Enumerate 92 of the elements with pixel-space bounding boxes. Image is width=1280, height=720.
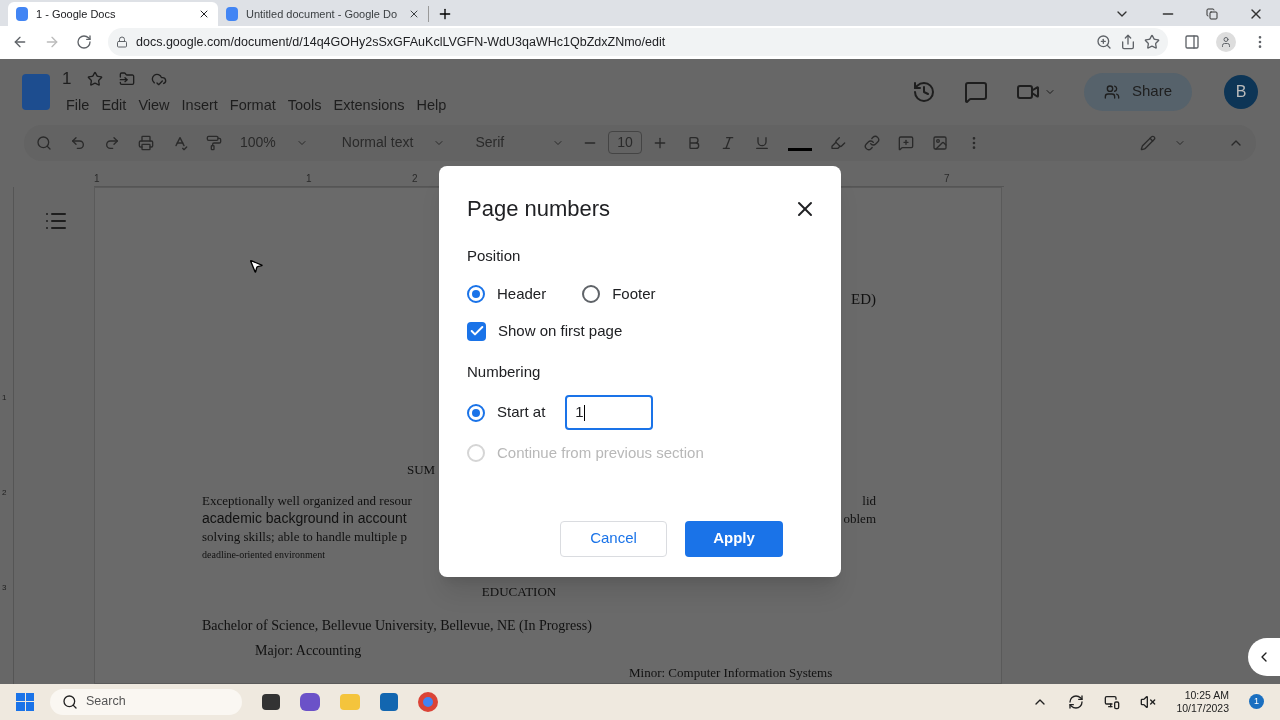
checkbox[interactable] [467,321,486,341]
taskview-icon[interactable] [262,693,280,710]
zoom-select[interactable]: 100% [240,132,308,154]
ruler-number: 2 [412,171,418,186]
radio-button[interactable] [582,284,601,303]
notification-badge[interactable]: 1 [1249,694,1264,710]
image-icon[interactable] [931,134,948,151]
radio-label: Start at [497,402,546,423]
underline-icon[interactable] [753,134,770,151]
mouse-cursor [248,258,264,274]
menu-item[interactable]: Edit [97,95,131,118]
redo-icon[interactable] [104,134,120,151]
chat-icon[interactable] [300,692,320,711]
highlight-icon[interactable] [829,134,846,151]
document-icon [16,6,28,21]
add-comment-icon[interactable] [897,134,914,151]
store-icon[interactable] [380,692,398,711]
zoom-icon[interactable] [1096,34,1112,51]
reload-icon[interactable] [76,34,92,51]
share-button[interactable]: Share [1083,72,1192,111]
radio-label: Header [497,283,547,304]
heading-fragment: ED) [851,289,876,309]
search-icon [62,693,78,710]
star-icon[interactable] [87,70,104,87]
radio-button[interactable] [467,284,485,303]
menu-item[interactable]: Extensions [329,95,409,118]
section-heading: EDUCATION [481,582,557,601]
paragraph-line: oblem [843,509,876,528]
paint-format-icon[interactable] [206,134,222,151]
bookmark-icon[interactable] [1144,34,1160,51]
chrome-icon[interactable] [418,691,438,712]
history-icon[interactable] [911,79,936,104]
paragraph-line: deadline-oriented environment [202,548,325,563]
cancel-button[interactable]: Cancel [560,520,667,557]
section-label: Position [467,246,522,266]
profile-icon[interactable] [1216,32,1236,53]
undo-icon[interactable] [70,134,86,151]
font-size-field[interactable]: 10 [608,131,642,155]
avatar[interactable]: B [1224,74,1258,109]
section-heading: SUM [407,461,437,480]
share-icon[interactable] [1120,34,1136,51]
comment-icon[interactable] [963,79,988,104]
restore-icon[interactable] [1206,7,1218,20]
tab-title: Untitled document - Google Do [246,6,399,22]
dialog-title: Page numbers [467,195,611,223]
checkbox-label: Show on first page [498,321,623,341]
start-icon[interactable] [16,692,34,711]
paragraph-line: academic background in account [202,509,407,529]
section-label: Numbering [467,361,542,382]
spellcheck-icon[interactable] [172,134,188,151]
paragraph-line: lid [862,491,876,510]
print-icon[interactable] [138,134,154,151]
clock-date: 10/17/2023 [1176,701,1229,715]
folder-icon[interactable] [119,70,136,87]
document-title[interactable]: 1 [62,65,72,92]
search-icon[interactable] [36,134,52,151]
mute-icon[interactable] [1140,693,1157,710]
sync-icon[interactable] [1068,693,1085,710]
menu-item[interactable]: Tools [283,95,326,118]
paragraph-line: solving skills; able to handle multiple p [202,527,408,546]
url-text: docs.google.com/document/d/14q4GOHy2sSxGFAuKclLVGFN-WdU3qaWHc1QbZdxZNmo/edit [136,33,667,51]
people-icon [1103,83,1120,100]
ruler-number: 1 [2,391,7,404]
degree-line: Bachelor of Science, Bellevue University, Bellevue, NE (In Progress) [202,617,593,636]
menu-item[interactable]: File [62,95,94,118]
clock-time: 10:25 AM [1184,688,1229,702]
major-line: Major: Accounting [255,642,363,661]
menu-item[interactable]: Format [225,95,280,118]
radio-label: Continue from previous section [497,443,704,463]
tab-title: 1 - Google Docs [36,6,117,22]
lock-icon [116,36,128,49]
browser-tab[interactable]: 1 - Google Docs [8,1,218,26]
side-panel-icon[interactable] [1184,34,1200,51]
menu-item[interactable]: Insert [177,95,222,118]
apply-button[interactable]: Apply [685,520,783,557]
menu-item[interactable]: View [134,95,174,118]
browser-tab[interactable]: Untitled document - Google Do [218,1,428,26]
link-icon[interactable] [863,134,880,151]
taskbar-search-field[interactable]: Search [50,688,242,715]
radio-label: Footer [612,283,656,304]
font-select[interactable]: Serif [475,132,565,154]
minor-line: Minor: Computer Information Systems [629,664,834,683]
radio-button[interactable] [467,403,485,422]
ruler-number: 7 [944,171,950,186]
paragraph-line: Exceptionally well organized and resour [202,491,412,510]
address-bar[interactable]: docs.google.com/document/d/14q4GOHy2sSxGFAuKclLVGFN-WdU3qaWHc1QbZdxZNmo/edit [108,28,1168,57]
style-select[interactable]: Normal text [341,132,446,154]
network-icon[interactable] [1104,693,1121,710]
document-icon [226,6,238,21]
menu-item[interactable]: Help [412,95,451,118]
edit-mode-icon[interactable] [1140,134,1156,151]
start-number-field[interactable]: 1 [565,395,654,430]
